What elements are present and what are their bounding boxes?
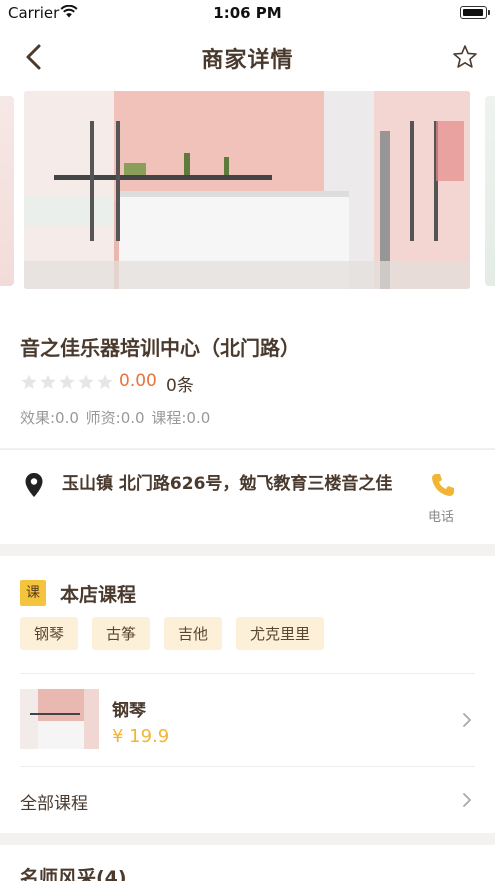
rating-metrics: 效果:0.0 师资:0.0 课程:0.0 bbox=[20, 409, 211, 427]
chevron-right-icon bbox=[463, 713, 472, 727]
section-title: 名师风采(4) bbox=[20, 867, 127, 881]
nav-bar: 商家详情 bbox=[0, 26, 495, 88]
page-title: 商家详情 bbox=[201, 48, 294, 73]
merchant-photo bbox=[24, 91, 470, 289]
star-empty-icon bbox=[59, 374, 75, 389]
chevron-right-icon bbox=[463, 793, 472, 807]
rating-score: 0.00 bbox=[119, 371, 157, 391]
carousel-next-peek bbox=[485, 96, 495, 286]
course-tag[interactable]: 吉他 bbox=[164, 617, 223, 650]
rating-stars bbox=[20, 373, 114, 391]
teachers-section: 名师风采(4) bbox=[0, 845, 495, 881]
course-tags: 钢琴 古筝 吉他 尤克里里 bbox=[20, 617, 325, 650]
all-courses-label: 全部课程 bbox=[20, 794, 88, 814]
carousel-prev-peek bbox=[0, 96, 14, 286]
course-tag[interactable]: 古筝 bbox=[92, 617, 151, 650]
merchant-name: 音之佳乐器培训中心（北门路） bbox=[20, 336, 300, 360]
course-name: 钢琴 bbox=[112, 701, 146, 721]
review-count: 0条 bbox=[166, 376, 194, 396]
course-tag[interactable]: 钢琴 bbox=[20, 617, 79, 650]
phone-label[interactable]: 电话 bbox=[428, 506, 454, 525]
merchant-info: 音之佳乐器培训中心（北门路） 0.00 0条 效果:0.0 师资:0.0 课程:… bbox=[0, 298, 495, 448]
courses-section: 课 本店课程 钢琴 古筝 吉他 尤克里里 钢琴 ¥ 19.9 全部课程 bbox=[0, 556, 495, 833]
star-empty-icon bbox=[78, 374, 94, 389]
photo-carousel[interactable] bbox=[0, 88, 495, 298]
course-badge: 课 bbox=[20, 580, 46, 606]
section-title: 本店课程 bbox=[60, 584, 137, 606]
course-price: ¥ 19.9 bbox=[112, 726, 170, 747]
status-bar: Carrier 1:06 PM bbox=[0, 0, 495, 26]
phone-icon[interactable] bbox=[430, 472, 456, 498]
address-text: 玉山镇 北门路626号，勉飞教育三楼音之佳 bbox=[62, 474, 393, 494]
star-empty-icon bbox=[21, 374, 37, 389]
star-outline-icon[interactable] bbox=[451, 43, 479, 71]
course-tag[interactable]: 尤克里里 bbox=[236, 617, 325, 650]
course-thumbnail bbox=[20, 689, 99, 749]
location-pin-icon bbox=[25, 473, 43, 497]
address-row[interactable]: 玉山镇 北门路626号，勉飞教育三楼音之佳 电话 bbox=[0, 449, 495, 544]
battery-icon bbox=[460, 6, 490, 19]
star-empty-icon bbox=[97, 374, 113, 389]
all-courses-link[interactable]: 全部课程 bbox=[0, 767, 495, 833]
star-empty-icon bbox=[40, 374, 56, 389]
course-list-item[interactable]: 钢琴 ¥ 19.9 bbox=[0, 674, 495, 766]
clock: 1:06 PM bbox=[213, 4, 282, 22]
